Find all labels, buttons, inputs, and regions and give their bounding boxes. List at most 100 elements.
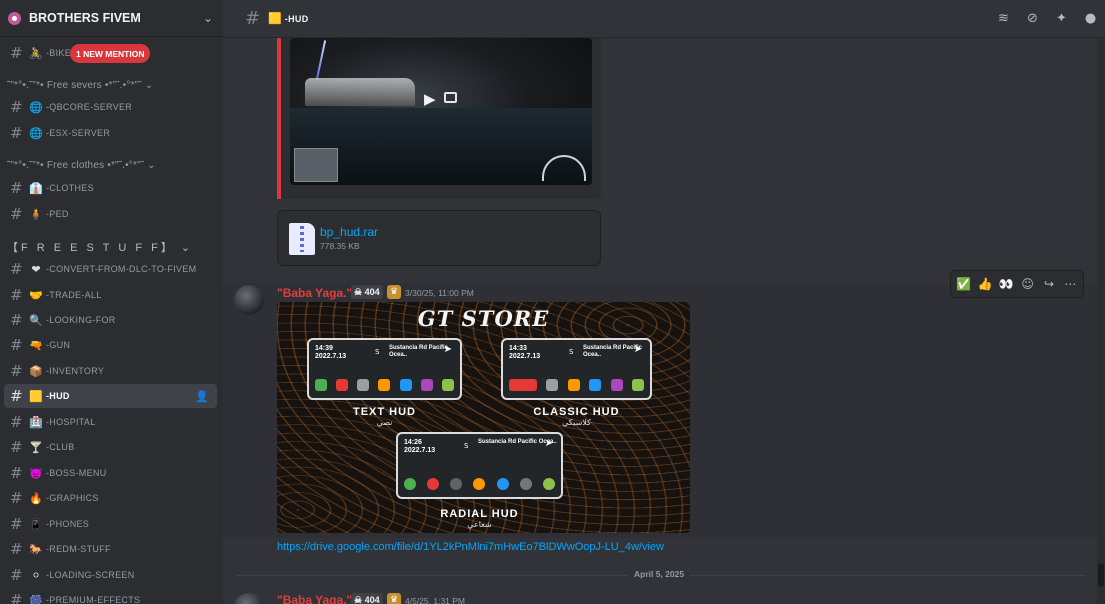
- category-label: ˜”*°•.˜”*• Free clothes •*”˜.•°*”˜: [7, 160, 145, 171]
- avatar[interactable]: [234, 593, 264, 604]
- channel-name: -INVENTORY: [46, 366, 105, 376]
- avatar[interactable]: [234, 285, 264, 315]
- pin-icon[interactable]: ✦: [1053, 10, 1070, 27]
- more-icon[interactable]: ⋯: [1062, 275, 1079, 293]
- attachment-size: 778.35 KB: [320, 241, 360, 251]
- add-reaction-icon[interactable]: ☺: [1019, 275, 1036, 293]
- hash-icon: #: [10, 413, 23, 431]
- text-hud-sub: نصي: [376, 418, 393, 427]
- hud-time: 14:26: [404, 439, 422, 446]
- channel-esx-server[interactable]: # 🌐 -ESX-SERVER: [4, 121, 217, 145]
- header-toolbar: ≋ ⊘ ✦ ●: [995, 10, 1099, 27]
- video-embed: ▶: [277, 38, 601, 199]
- channel-emoji: 🎆: [29, 593, 43, 604]
- hud-direction: S: [569, 348, 574, 356]
- new-mention-pill[interactable]: 1 NEW MENTION: [70, 44, 151, 63]
- channel-emoji: 🤝: [29, 288, 43, 302]
- channel-name: -BOSS-MENU: [46, 468, 107, 478]
- channel-redm-stuff[interactable]: # 🐎 -REDM-STUFF: [4, 537, 217, 561]
- channel-hospital[interactable]: # 🏥 -HOSPITAL: [4, 410, 217, 434]
- reaction-eyes[interactable]: 👀: [998, 275, 1015, 293]
- classic-hud-card: 14:33 2022.7.13 S Sustancia Rd Pacific Oc…: [501, 338, 652, 400]
- channel-looking-for[interactable]: # 🔍 -LOOKING-FOR: [4, 308, 217, 332]
- channel-emoji: 🚴: [29, 46, 43, 60]
- channel-name: -PHONES: [46, 519, 90, 529]
- category-header[interactable]: ˜”*°•.˜”*• Free severs •*”˜.•°*”˜ ⌄: [7, 80, 153, 91]
- channel-graphics[interactable]: # 🔥 -GRAPHICS: [4, 486, 217, 510]
- channel-emoji: 🐎: [29, 542, 43, 556]
- message-timestamp: 3/30/25, 11:00 PM: [405, 288, 474, 298]
- reaction-thumbs-up[interactable]: 👍: [976, 275, 993, 293]
- message-timestamp: 4/5/25, 1:31 PM: [405, 596, 466, 604]
- hash-icon: #: [10, 387, 23, 405]
- reaction-check[interactable]: ✅: [955, 275, 972, 293]
- hash-icon: #: [10, 540, 23, 558]
- video-thumbnail[interactable]: ▶: [290, 38, 592, 185]
- hash-icon: #: [10, 260, 23, 278]
- hud-time: 14:39: [315, 345, 333, 352]
- channel-qbcore-server[interactable]: # 🌐 -QBCORE-SERVER: [4, 95, 217, 119]
- notification-bell-muted-icon[interactable]: ⊘: [1024, 10, 1041, 27]
- member-list-icon[interactable]: ●: [1082, 10, 1099, 27]
- scroll-thumb[interactable]: [1098, 563, 1104, 587]
- file-attachment: bp_hud.rar 778.35 KB: [277, 210, 601, 266]
- boat: [305, 78, 415, 106]
- hash-icon: #: [10, 311, 23, 329]
- crown-icon: ♛: [387, 593, 401, 604]
- channel-emoji: 🌐: [29, 100, 43, 114]
- channel-emoji: 🟨: [268, 12, 282, 25]
- chevron-down-icon: ⌄: [147, 160, 156, 171]
- channel-name: -LOADING-SCREEN: [46, 570, 135, 580]
- channel-ped[interactable]: # 🧍 -PED: [4, 202, 217, 226]
- channel-phones[interactable]: # 📱 -PHONES: [4, 512, 217, 536]
- channel-trade-all[interactable]: # 🤝 -TRADE-ALL: [4, 283, 217, 307]
- hash-icon: #: [10, 98, 23, 116]
- play-icon[interactable]: ▶: [424, 90, 436, 108]
- hud-date: 2022.7.13: [404, 447, 436, 454]
- attachment-name[interactable]: bp_hud.rar: [320, 225, 378, 239]
- message-author[interactable]: "Baba Yaga.": [277, 286, 352, 300]
- threads-icon[interactable]: ≋: [995, 10, 1012, 27]
- channel-name: -CONVERT-FROM-DLC-TO-FIVEM: [46, 264, 197, 274]
- channel-boss-menu[interactable]: # 👿 -BOSS-MENU: [4, 461, 217, 485]
- hash-icon: #: [10, 566, 23, 584]
- lightning: [315, 40, 327, 80]
- hud-direction: S: [464, 442, 469, 450]
- minimap: [294, 148, 338, 182]
- radial-hud-card: 14:26 2022.7.13 S Sustancia Rd Pacific Oc…: [396, 432, 563, 499]
- channel-loading-screen[interactable]: # ⚪ -LOADING-SCREEN: [4, 563, 217, 587]
- channel-name: -HOSPITAL: [46, 417, 96, 427]
- channel-name: -LOOKING-FOR: [46, 315, 116, 325]
- channel-convert-from-dlc-to-fivem[interactable]: # ❤ -CONVERT-FROM-DLC-TO-FIVEM: [4, 257, 217, 281]
- channel-name: -CLOTHES: [46, 183, 94, 193]
- channel-premium-effects[interactable]: # 🎆 -PREMIUM-EFFECTS: [4, 588, 217, 604]
- chevron-down-icon[interactable]: ⌄: [203, 11, 213, 25]
- drive-link[interactable]: https://drive.google.com/file/d/1YL2kPnM…: [277, 541, 664, 553]
- server-header[interactable]: BROTHERS FIVEM ⌄: [0, 0, 223, 37]
- hash-icon: #: [245, 8, 261, 29]
- channel-name: -PED: [46, 209, 69, 219]
- channel-inventory[interactable]: # 📦 -INVENTORY: [4, 359, 217, 383]
- hash-icon: #: [10, 336, 23, 354]
- channel-club[interactable]: # 🍸 -CLUB: [4, 435, 217, 459]
- chevron-down-icon: ⌄: [144, 80, 154, 91]
- text-hud-card: 14:39 2022.7.13 S Sustancia Rd Pacific Oc…: [307, 338, 462, 400]
- channel-hud[interactable]: # 🟨 -HUD 👤: [4, 384, 217, 408]
- scrollbar[interactable]: [1097, 38, 1105, 604]
- channel-name: -TRADE-ALL: [46, 290, 102, 300]
- message-author[interactable]: "Baba Yaga.": [277, 593, 352, 604]
- channel-emoji: 🔥: [29, 491, 43, 505]
- hud-preview-image[interactable]: GT STORE 14:39 2022.7.13 S Sustancia Rd P…: [277, 302, 690, 533]
- channel-clothes[interactable]: # 👔 -CLOTHES: [4, 176, 217, 200]
- channel-gun[interactable]: # 🔫 -GUN: [4, 333, 217, 357]
- hud-date: 2022.7.13: [315, 353, 347, 360]
- invite-icon[interactable]: 👤: [195, 390, 209, 403]
- forward-icon[interactable]: ↪: [1040, 275, 1057, 293]
- category-header[interactable]: ˜”*°•.˜”*• Free clothes •*”˜.•°*”˜ ⌄: [7, 160, 156, 171]
- category-header[interactable]: 【F R E E S T U F F】 ⌄: [7, 239, 193, 255]
- archive-file-icon: [289, 223, 315, 255]
- channel-name: -CLUB: [46, 442, 75, 452]
- chevron-down-icon: ⌄: [180, 242, 194, 254]
- channel-emoji: 👔: [29, 181, 43, 195]
- popout-icon[interactable]: [444, 92, 457, 103]
